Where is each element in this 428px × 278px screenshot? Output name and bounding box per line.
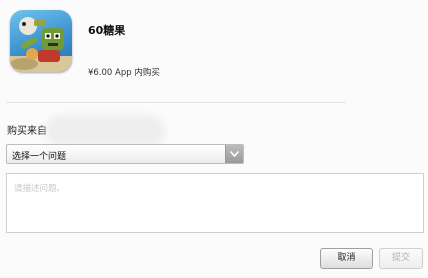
problem-select[interactable]: 选择一个问题: [6, 144, 244, 164]
purchase-from-label: 购买来自: [7, 121, 159, 141]
problem-select-value: 选择一个问题: [12, 152, 67, 162]
divider: [6, 102, 346, 103]
item-price: ¥6.00 App 内购买: [88, 68, 160, 78]
chevron-down-icon: [230, 151, 239, 157]
game-character-icon: [10, 17, 72, 72]
submit-button[interactable]: 提交: [379, 248, 423, 269]
report-problem-page: 60糖果 ¥6.00 App 内购买 购买来自 选择一个问题 取消 提交: [0, 0, 428, 278]
item-name: 60糖果: [88, 24, 126, 37]
purchase-from-text: 购买来自: [7, 126, 47, 137]
app-icon: [10, 10, 72, 72]
cancel-button[interactable]: 取消: [320, 248, 373, 269]
description-field[interactable]: [6, 173, 424, 233]
redacted-account: [51, 121, 159, 141]
select-arrow[interactable]: [225, 145, 243, 163]
